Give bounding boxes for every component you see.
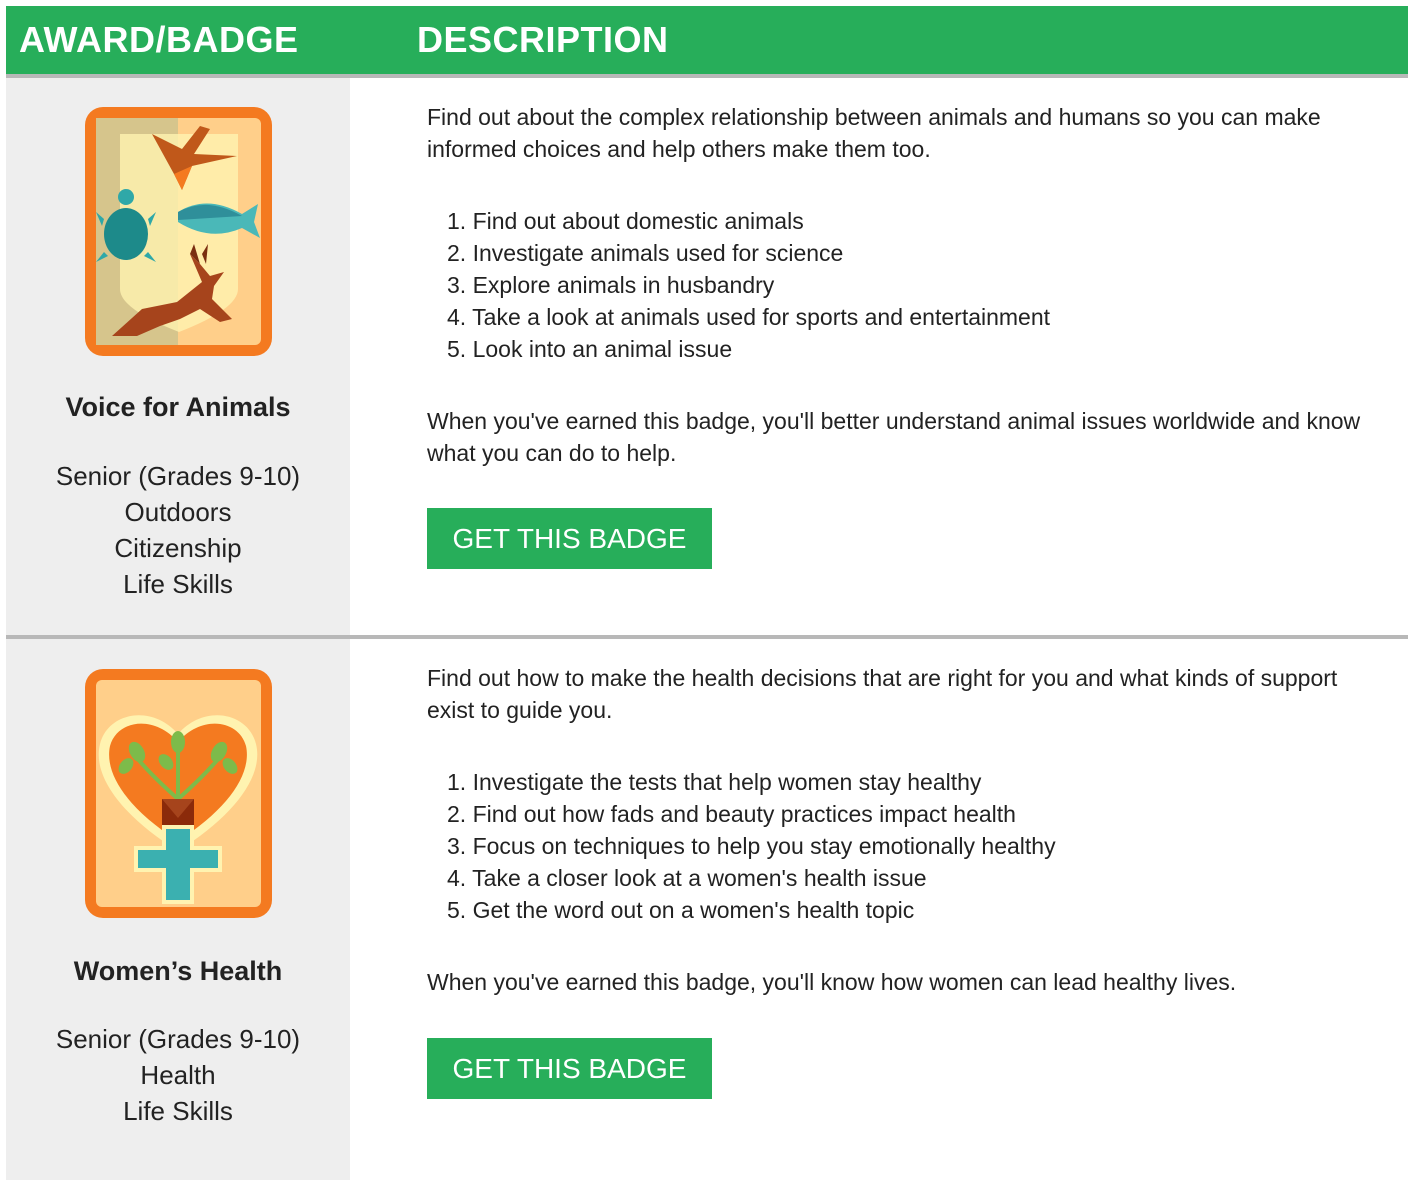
- badge-steps: 1. Investigate the tests that help women…: [447, 766, 1056, 926]
- badge-category: Life Skills: [123, 569, 233, 599]
- badge-row-womens-health: Women’s Health Senior (Grades 9-10) Heal…: [6, 639, 1408, 1180]
- list-item: 3. Explore animals in husbandry: [447, 272, 775, 298]
- header-award-badge: AWARD/BADGE: [19, 19, 299, 60]
- get-this-badge-button[interactable]: GET THIS BADGE: [427, 1038, 712, 1099]
- voice-for-animals-badge-icon: [82, 104, 275, 359]
- badge-name: Voice for Animals: [65, 392, 291, 422]
- badge-meta: Senior (Grades 9-10) Health Life Skills: [6, 1021, 350, 1129]
- badge-category: Outdoors: [124, 497, 232, 527]
- badge-level: Senior (Grades 9-10): [55, 1024, 301, 1054]
- badge-intro: Find out how to make the health decision…: [427, 665, 1338, 723]
- badge-name: Women’s Health: [73, 956, 283, 986]
- list-item: 3. Focus on techniques to help you stay …: [447, 833, 1056, 859]
- womens-health-badge-icon: [82, 666, 275, 921]
- badge-category: Life Skills: [123, 1096, 233, 1126]
- list-item: 1. Find out about domestic animals: [447, 208, 804, 234]
- table-header: AWARD/BADGE DESCRIPTION: [6, 6, 1408, 78]
- badge-info-column: Women’s Health Senior (Grades 9-10) Heal…: [6, 639, 350, 1180]
- badge-level: Senior (Grades 9-10): [55, 461, 301, 491]
- badge-category: Citizenship: [114, 533, 242, 563]
- badge-category: Health: [140, 1060, 216, 1090]
- badge-steps: 1. Find out about domestic animals 2. In…: [447, 205, 1050, 365]
- list-item: 5. Get the word out on a women's health …: [447, 897, 915, 923]
- badge-row-voice-for-animals: Voice for Animals Senior (Grades 9-10) O…: [6, 78, 1408, 639]
- list-item: 4. Take a look at animals used for sport…: [447, 304, 1051, 330]
- badge-outro: When you've earned this badge, you'll be…: [427, 408, 1361, 466]
- badge-info-column: Voice for Animals Senior (Grades 9-10) O…: [6, 78, 350, 635]
- list-item: 5. Look into an animal issue: [447, 336, 733, 362]
- badge-meta: Senior (Grades 9-10) Outdoors Citizenshi…: [6, 458, 350, 602]
- list-item: 2. Find out how fads and beauty practice…: [447, 801, 1016, 827]
- list-item: 2. Investigate animals used for science: [447, 240, 844, 266]
- badge-intro: Find out about the complex relationship …: [427, 104, 1321, 162]
- header-description: DESCRIPTION: [417, 19, 669, 60]
- badge-outro: When you've earned this badge, you'll kn…: [427, 969, 1237, 995]
- list-item: 4. Take a closer look at a women's healt…: [447, 865, 927, 891]
- get-this-badge-button[interactable]: GET THIS BADGE: [427, 508, 712, 569]
- list-item: 1. Investigate the tests that help women…: [447, 769, 982, 795]
